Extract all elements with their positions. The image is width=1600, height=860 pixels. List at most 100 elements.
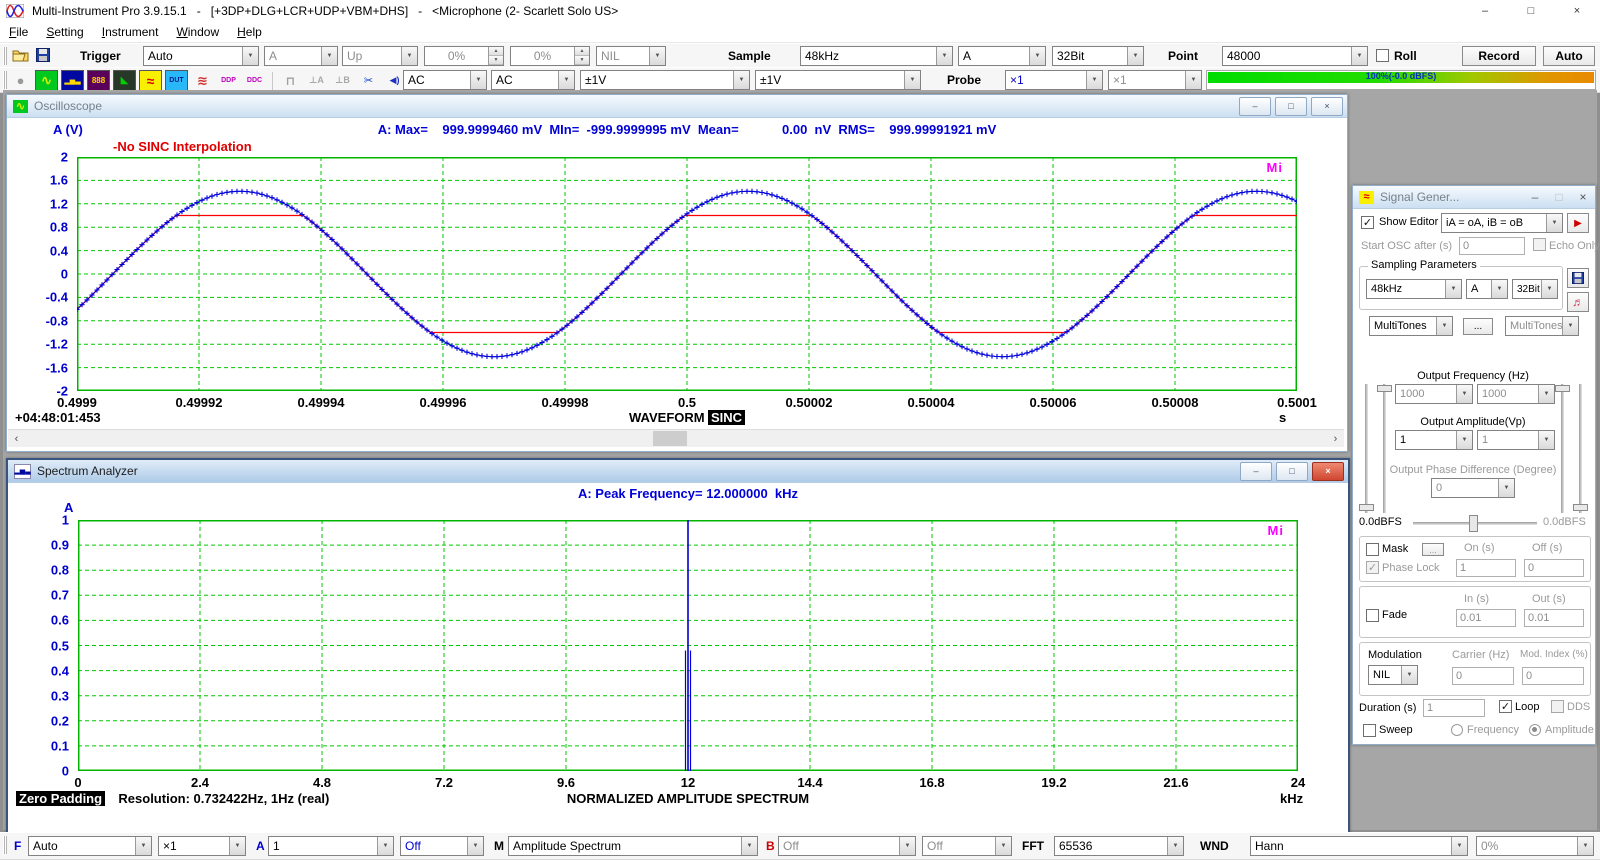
chevron-down-icon[interactable]: ▼ (1029, 47, 1045, 65)
chevron-down-icon[interactable]: ▼ (1451, 837, 1467, 855)
gen-bits-combo[interactable]: 32Bit▼ (1512, 279, 1558, 299)
window-function-combo[interactable]: Hann▼ (1250, 836, 1468, 856)
slider-handle[interactable] (1573, 504, 1588, 511)
roll-checkbox[interactable] (1376, 49, 1389, 62)
chevron-down-icon[interactable]: ▼ (649, 47, 665, 65)
amplitude-a-combo[interactable]: 1▼ (1395, 430, 1473, 450)
record-button[interactable]: Record (1462, 46, 1536, 66)
probe-a-combo[interactable]: ×1▼ (1005, 70, 1103, 90)
frequency-a-combo[interactable]: 1000▼ (1395, 384, 1473, 404)
chevron-down-icon[interactable]: ▼ (321, 47, 337, 65)
coupling-b-combo[interactable]: AC▼ (491, 70, 575, 90)
ground-b-icon[interactable]: ⊥B (331, 70, 354, 91)
mod-index-input[interactable]: 0 (1522, 667, 1584, 685)
frequency-b-combo[interactable]: 1000▼ (1477, 384, 1555, 404)
sweep-frequency-radio[interactable] (1451, 724, 1463, 736)
probe-b-combo[interactable]: ×1▼ (1108, 70, 1202, 90)
spinner-buttons[interactable]: ▲▼ (488, 47, 503, 65)
point-combo[interactable]: 48000▼ (1222, 46, 1368, 66)
chevron-down-icon[interactable]: ▼ (1546, 214, 1562, 232)
sweep-checkbox[interactable] (1363, 724, 1376, 737)
input-valve-icon[interactable]: ⊓ (279, 70, 302, 91)
minimize-icon[interactable]: – (1240, 462, 1272, 481)
chevron-down-icon[interactable]: ▼ (1436, 317, 1452, 335)
trace-a2-combo[interactable]: Off▼ (400, 836, 484, 856)
sample-channel-combo[interactable]: A▼ (958, 46, 1046, 66)
chevron-down-icon[interactable]: ▼ (470, 71, 486, 89)
restore-icon[interactable]: □ (1275, 97, 1307, 116)
device-test-plan-icon[interactable]: DUT (165, 70, 188, 91)
chevron-down-icon[interactable]: ▼ (1538, 385, 1554, 403)
ddp-viewer-icon[interactable]: DDP (217, 70, 240, 91)
slider-handle[interactable] (1555, 385, 1570, 392)
amplitude-slider-b-outer[interactable] (1579, 384, 1582, 513)
y-range-b-combo[interactable]: Off▼ (778, 836, 916, 856)
menu-setting[interactable]: Setting (37, 23, 92, 41)
waveform-a-combo[interactable]: MultiTones▼ (1369, 316, 1453, 336)
dds-checkbox[interactable] (1551, 700, 1564, 713)
open-file-icon[interactable] (12, 48, 29, 62)
chevron-down-icon[interactable]: ▼ (229, 837, 245, 855)
chevron-down-icon[interactable]: ▼ (135, 837, 151, 855)
menu-instrument[interactable]: Instrument (93, 23, 168, 41)
menu-window[interactable]: Window (167, 23, 228, 41)
amplitude-slider-b-inner[interactable] (1561, 384, 1564, 513)
waveform-b-combo[interactable]: MultiTones▼ (1505, 316, 1579, 336)
phase-lock-checkbox[interactable]: ✓ (1366, 561, 1379, 574)
y-range-a-combo[interactable]: 1▼ (268, 836, 394, 856)
chevron-down-icon[interactable]: ▼ (401, 47, 417, 65)
chevron-down-icon[interactable]: ▼ (1498, 479, 1514, 497)
chevron-down-icon[interactable]: ▼ (1491, 280, 1507, 298)
chevron-down-icon[interactable]: ▼ (1167, 837, 1183, 855)
signal-generator-icon[interactable]: ≈ (139, 70, 162, 91)
gen-music-button[interactable]: ♬ (1567, 292, 1589, 312)
chevron-down-icon[interactable]: ▼ (1185, 71, 1201, 89)
generator-play-button[interactable]: ▶ (1567, 213, 1589, 233)
auto-button[interactable]: Auto (1543, 46, 1595, 66)
echo-only-checkbox[interactable] (1533, 238, 1546, 251)
chevron-down-icon[interactable]: ▼ (558, 71, 574, 89)
trigger-edge-combo[interactable]: Up▼ (342, 46, 418, 66)
chevron-down-icon[interactable]: ▼ (1538, 431, 1554, 449)
on-input[interactable]: 1 (1456, 559, 1516, 577)
oscilloscope-icon[interactable]: ∿ (35, 70, 58, 91)
coupling-a-combo[interactable]: AC▼ (403, 70, 487, 90)
trigger-hpf-combo[interactable]: NIL▼ (596, 46, 666, 66)
chevron-down-icon[interactable]: ▼ (936, 47, 952, 65)
overlap-combo[interactable]: 0%▼ (1476, 836, 1594, 856)
chevron-down-icon[interactable]: ▼ (741, 837, 757, 855)
menu-help[interactable]: Help (228, 23, 271, 41)
calibration-icon[interactable]: ✂ (357, 70, 380, 91)
gen-channel-combo[interactable]: A▼ (1466, 279, 1508, 299)
fade-checkbox[interactable] (1366, 609, 1379, 622)
chevron-down-icon[interactable]: ▼ (1401, 666, 1417, 684)
slider-handle[interactable] (1469, 515, 1478, 532)
fade-out-input[interactable]: 0.01 (1524, 609, 1584, 627)
start-osc-input[interactable]: 0 (1459, 237, 1525, 255)
chevron-down-icon[interactable]: ▼ (1086, 71, 1102, 89)
save-icon[interactable] (36, 48, 50, 62)
chevron-down-icon[interactable]: ▼ (467, 837, 483, 855)
spectrum-analyzer-icon[interactable]: ▂▅▃ (61, 70, 84, 91)
chevron-down-icon[interactable]: ▼ (899, 837, 915, 855)
sample-bits-combo[interactable]: 32Bit▼ (1052, 46, 1144, 66)
chevron-down-icon[interactable]: ▼ (1456, 431, 1472, 449)
spectrum-titlebar[interactable]: ▂▅▃ Spectrum Analyzer – □ × (8, 460, 1348, 483)
chevron-down-icon[interactable]: ▼ (1445, 280, 1461, 298)
chevron-down-icon[interactable]: ▼ (1127, 47, 1143, 65)
maximize-icon[interactable]: □ (1547, 190, 1571, 204)
show-editor-checkbox[interactable]: ✓ (1361, 216, 1374, 229)
signal-generator-titlebar[interactable]: ≈ Signal Gener... – □ × (1353, 186, 1595, 209)
chevron-down-icon[interactable]: ▼ (1541, 280, 1557, 298)
close-icon[interactable]: × (1311, 97, 1343, 116)
trace-b2-combo[interactable]: Off▼ (922, 836, 1012, 856)
chevron-down-icon[interactable]: ▼ (377, 837, 393, 855)
phase-combo[interactable]: 0▼ (1431, 478, 1515, 498)
amplitude-slider-a-inner[interactable] (1383, 384, 1386, 513)
sample-rate-combo[interactable]: 48kHz▼ (800, 46, 953, 66)
loop-checkbox[interactable]: ✓ (1499, 700, 1512, 713)
x-axis-combo[interactable]: Auto▼ (28, 836, 152, 856)
slider-handle[interactable] (1377, 385, 1392, 392)
display-mode-combo[interactable]: Amplitude Spectrum▼ (508, 836, 758, 856)
range-a-combo[interactable]: ±1V▼ (580, 70, 750, 90)
